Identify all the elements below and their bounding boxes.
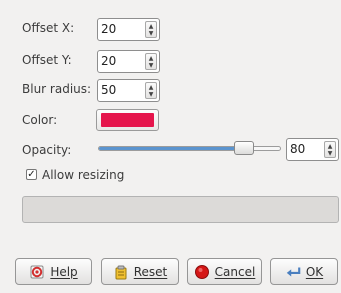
blur-radius-label: Blur radius: [22, 82, 92, 96]
ok-button[interactable]: OK [270, 258, 338, 285]
offset-y-arrows[interactable]: ▲ ▼ [145, 53, 157, 70]
help-button[interactable]: Help [15, 258, 92, 285]
offset-y-spinner[interactable]: 20 ▲ ▼ [97, 50, 160, 73]
offset-x-spinner[interactable]: 20 ▲ ▼ [97, 18, 160, 41]
allow-resizing-checkbox[interactable]: ✓ [26, 169, 37, 180]
opacity-arrows[interactable]: ▲ ▼ [324, 141, 336, 158]
blur-radius-arrows[interactable]: ▲ ▼ [145, 82, 157, 99]
opacity-spinner[interactable]: 80 ▲ ▼ [286, 138, 339, 161]
spin-up-icon[interactable]: ▲ [149, 23, 154, 30]
blur-radius-spinner[interactable]: 50 ▲ ▼ [97, 79, 160, 102]
opacity-label: Opacity: [22, 143, 72, 157]
spin-down-icon[interactable]: ▼ [149, 91, 154, 98]
spin-down-icon[interactable]: ▼ [149, 30, 154, 37]
spin-up-icon[interactable]: ▲ [149, 84, 154, 91]
color-button[interactable] [96, 109, 159, 131]
spin-down-icon[interactable]: ▼ [149, 62, 154, 69]
reset-button-label: Reset [133, 264, 168, 279]
ok-icon [285, 264, 301, 280]
color-swatch [101, 113, 154, 127]
allow-resizing-label[interactable]: Allow resizing [42, 168, 124, 182]
offset-x-label: Offset X: [22, 21, 75, 35]
spin-down-icon[interactable]: ▼ [328, 150, 333, 157]
reset-icon [113, 264, 129, 280]
cancel-button[interactable]: Cancel [187, 258, 262, 285]
offset-x-arrows[interactable]: ▲ ▼ [145, 21, 157, 38]
opacity-slider-handle[interactable] [234, 141, 255, 155]
spin-up-icon[interactable]: ▲ [328, 143, 333, 150]
help-icon [29, 264, 45, 280]
cancel-icon [194, 264, 210, 280]
spin-up-icon[interactable]: ▲ [149, 55, 154, 62]
opacity-slider-fill [99, 147, 244, 150]
progress-bar [22, 196, 339, 223]
reset-button[interactable]: Reset [101, 258, 179, 285]
ok-button-label: OK [305, 264, 324, 279]
help-button-label: Help [50, 264, 78, 279]
offset-y-value[interactable]: 20 [101, 54, 116, 69]
offset-x-value[interactable]: 20 [101, 22, 116, 37]
blur-radius-value[interactable]: 50 [101, 83, 116, 98]
offset-y-label: Offset Y: [22, 53, 72, 67]
opacity-value[interactable]: 80 [290, 142, 305, 157]
color-label: Color: [22, 113, 58, 127]
cancel-button-label: Cancel [214, 264, 256, 279]
